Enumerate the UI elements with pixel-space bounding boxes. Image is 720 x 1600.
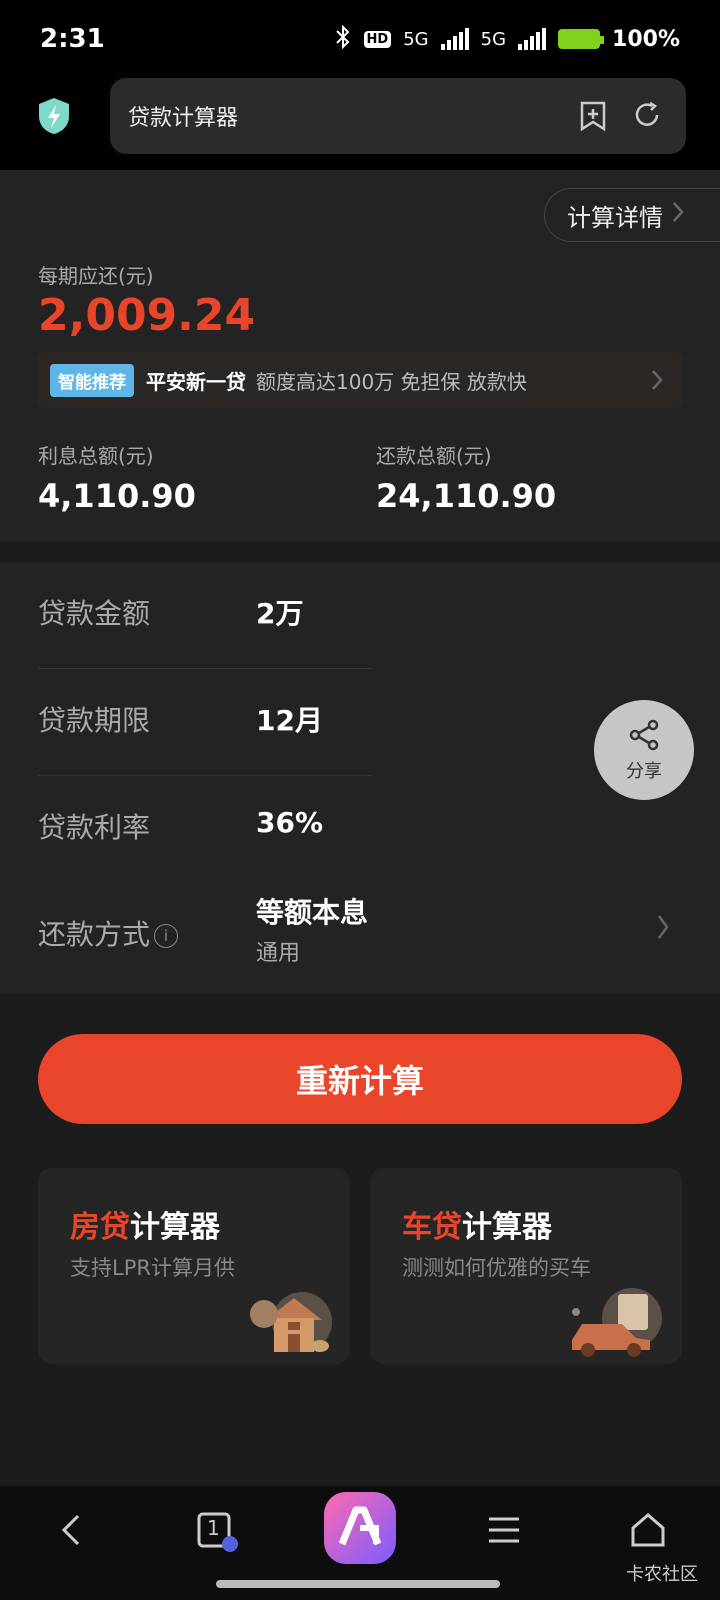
car-icon bbox=[566, 1280, 666, 1364]
chevron-right-icon bbox=[650, 368, 664, 396]
repay-method-sub: 通用 bbox=[256, 941, 301, 966]
card-title-accent: 房贷 bbox=[70, 1210, 130, 1245]
address-bar[interactable]: 贷款计算器 bbox=[110, 78, 686, 154]
home-indicator[interactable] bbox=[216, 1580, 500, 1588]
card-subtitle: 测测如何优雅的买车 bbox=[402, 1256, 591, 1280]
repay-total-value: 24,110.90 bbox=[376, 477, 557, 515]
battery-icon bbox=[558, 29, 605, 49]
loan-rate-row[interactable]: 贷款利率 36% bbox=[38, 776, 682, 883]
repay-method-value: 等额本息 bbox=[256, 896, 369, 929]
loan-amount-row[interactable]: 贷款金额 2万 bbox=[38, 562, 682, 669]
signal-icon-1 bbox=[440, 28, 469, 50]
repay-method-row[interactable]: 还款方式 i 等额本息 通用 bbox=[38, 883, 682, 990]
calc-detail-button[interactable]: 计算详情 bbox=[544, 188, 720, 242]
info-icon[interactable]: i bbox=[154, 924, 179, 948]
bluetooth-icon bbox=[334, 24, 352, 54]
bookmark-add-icon[interactable] bbox=[578, 100, 608, 136]
network-label-1: 5G bbox=[403, 28, 429, 50]
ad-description: 额度高达100万 免担保 放款快 bbox=[256, 369, 527, 394]
signal-icon-2 bbox=[518, 28, 547, 50]
status-bar: 2:31 HD 5G 5G 100% bbox=[0, 0, 720, 78]
card-title-rest: 计算器 bbox=[462, 1210, 552, 1245]
ad-title: 平安新一贷 bbox=[146, 369, 246, 394]
per-period-value: 2,009.24 bbox=[38, 290, 256, 341]
card-title: 车贷计算器 bbox=[402, 1202, 552, 1246]
browser-bar: 贷款计算器 bbox=[0, 78, 720, 170]
summary-panel: 计算详情 每期应还(元) 2,009.24 智能推荐 平安新一贷 额度高达100… bbox=[0, 170, 720, 542]
ai-assistant-icon[interactable] bbox=[324, 1492, 396, 1568]
car-loan-calculator-card[interactable]: 车贷计算器 测测如何优雅的买车 bbox=[370, 1168, 682, 1364]
shield-icon[interactable] bbox=[36, 96, 72, 136]
status-icons: HD 5G 5G 100% bbox=[334, 24, 680, 54]
ad-badge: 智能推荐 bbox=[50, 363, 134, 397]
refresh-icon[interactable] bbox=[632, 100, 662, 134]
tabs-button[interactable]: 1 bbox=[196, 1510, 238, 1558]
tab-count: 1 bbox=[207, 1516, 220, 1540]
status-time: 2:31 bbox=[40, 24, 105, 54]
battery-level: 100% bbox=[612, 26, 680, 52]
loan-amount-label: 贷款金额 bbox=[38, 597, 151, 630]
card-title-rest: 计算器 bbox=[130, 1210, 220, 1245]
repay-method-label: 还款方式 bbox=[38, 918, 151, 951]
loan-rate-value[interactable]: 36% bbox=[256, 806, 323, 839]
recalculate-button[interactable]: 重新计算 bbox=[38, 1034, 682, 1124]
page-title: 贷款计算器 bbox=[128, 106, 239, 131]
interest-total-value: 4,110.90 bbox=[38, 477, 196, 515]
ad-banner[interactable]: 智能推荐 平安新一贷 额度高达100万 免担保 放款快 bbox=[38, 352, 682, 408]
mortgage-calculator-card[interactable]: 房贷计算器 支持LPR计算月供 bbox=[38, 1168, 350, 1364]
card-subtitle: 支持LPR计算月供 bbox=[70, 1256, 235, 1280]
calc-detail-label: 计算详情 bbox=[567, 203, 663, 232]
card-title-accent: 车贷 bbox=[402, 1210, 462, 1245]
repay-method-label-wrap: 还款方式 i bbox=[38, 913, 179, 953]
share-button[interactable]: 分享 bbox=[594, 700, 694, 800]
hd-badge: HD bbox=[363, 30, 392, 48]
share-icon bbox=[627, 718, 661, 757]
loan-rate-label: 贷款利率 bbox=[38, 811, 151, 844]
share-label: 分享 bbox=[626, 760, 662, 782]
interest-total: 利息总额(元) 4,110.90 bbox=[38, 440, 196, 515]
per-period-label: 每期应还(元) bbox=[38, 264, 154, 288]
chevron-right-icon bbox=[671, 200, 685, 230]
menu-icon[interactable] bbox=[486, 1510, 522, 1554]
repay-total: 还款总额(元) 24,110.90 bbox=[376, 440, 556, 515]
loan-term-value[interactable]: 12月 bbox=[256, 699, 323, 739]
repay-total-label: 还款总额(元) bbox=[376, 444, 492, 468]
watermark: 卡农社区 bbox=[626, 1564, 698, 1585]
loan-amount-value[interactable]: 2万 bbox=[256, 592, 303, 632]
interest-total-label: 利息总额(元) bbox=[38, 444, 154, 468]
back-icon[interactable] bbox=[56, 1510, 86, 1554]
loan-term-label: 贷款期限 bbox=[38, 704, 151, 737]
chevron-right-icon bbox=[656, 913, 670, 945]
card-title: 房贷计算器 bbox=[70, 1202, 220, 1246]
network-label-2: 5G bbox=[480, 28, 507, 50]
house-icon bbox=[244, 1280, 334, 1364]
home-icon[interactable] bbox=[628, 1510, 668, 1554]
loan-term-row[interactable]: 贷款期限 12月 bbox=[38, 669, 682, 776]
